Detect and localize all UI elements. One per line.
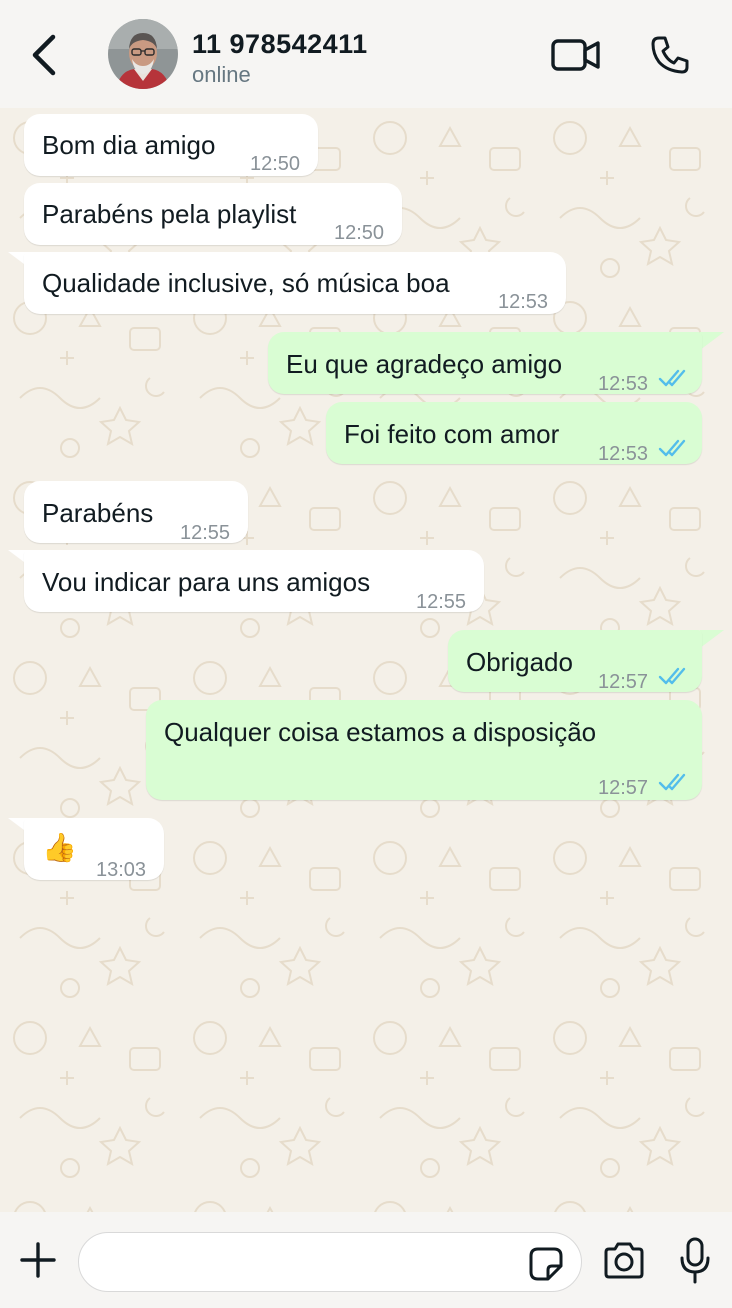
- message-time: 12:57: [598, 777, 649, 799]
- video-call-button[interactable]: [546, 30, 606, 80]
- camera-button[interactable]: [598, 1236, 650, 1286]
- contact-photo: [108, 19, 178, 89]
- phone-icon: [651, 36, 689, 74]
- message-list[interactable]: Bom dia amigo 12:50 Parabéns pela playli…: [0, 108, 732, 1212]
- message-time: 12:53: [598, 373, 649, 395]
- message-bubble-incoming[interactable]: Parabéns pela playlist 12:50: [24, 183, 402, 245]
- message-time: 12:50: [334, 222, 385, 244]
- camera-icon: [604, 1242, 644, 1279]
- avatar[interactable]: [108, 19, 178, 89]
- message-bubble-outgoing[interactable]: Qualquer coisa estamos a disposição 12:5…: [146, 700, 702, 800]
- message-time: 12:53: [598, 443, 649, 465]
- message-bubble-incoming[interactable]: Bom dia amigo 12:50: [24, 114, 318, 176]
- bubble-tail: [700, 630, 724, 648]
- message-text: Parabéns pela playlist: [42, 199, 297, 229]
- contact-name[interactable]: 11 978542411: [192, 29, 368, 60]
- message-bubble-incoming[interactable]: Qualidade inclusive, só música boa 12:53: [24, 252, 566, 314]
- message-text: Qualidade inclusive, só música boa: [42, 268, 450, 298]
- bubble-tail: [700, 332, 724, 350]
- contact-status: online: [192, 62, 251, 87]
- message-time: 12:57: [598, 671, 649, 693]
- chat-header: 11 978542411 online: [0, 0, 732, 108]
- message-text: Qualquer coisa estamos a disposição: [164, 717, 597, 747]
- message-time: 12:50: [250, 153, 301, 175]
- sticker-button[interactable]: [527, 1245, 565, 1283]
- message-text: Foi feito com amor: [344, 419, 560, 449]
- message-text: Eu que agradeço amigo: [286, 349, 563, 379]
- message-field[interactable]: [78, 1232, 582, 1292]
- message-text: Bom dia amigo: [42, 130, 216, 160]
- voice-call-button[interactable]: [642, 28, 698, 82]
- video-camera-icon: [551, 39, 600, 71]
- chevron-left-icon: [32, 34, 56, 76]
- sticker-icon: [529, 1247, 563, 1281]
- message-bubble-outgoing[interactable]: Obrigado 12:57: [448, 630, 702, 693]
- read-receipt-icon: [658, 773, 686, 791]
- attach-button[interactable]: [14, 1236, 62, 1284]
- plus-icon: [20, 1242, 56, 1278]
- message-input[interactable]: [103, 1243, 523, 1283]
- message-text: Parabéns: [42, 498, 154, 528]
- read-receipt-icon: [658, 439, 686, 457]
- message-bubble-outgoing[interactable]: Foi feito com amor 12:53: [326, 402, 702, 465]
- message-time: 12:53: [498, 291, 549, 313]
- message-bubble-incoming[interactable]: Parabéns 12:55: [24, 481, 248, 544]
- message-bubble-incoming[interactable]: Vou indicar para uns amigos 12:55: [24, 550, 484, 613]
- message-bubble-outgoing[interactable]: Eu que agradeço amigo 12:53: [268, 332, 702, 395]
- message-text: Vou indicar para uns amigos: [42, 567, 371, 597]
- microphone-icon: [680, 1237, 710, 1284]
- microphone-button[interactable]: [672, 1232, 718, 1290]
- message-time: 12:55: [180, 522, 231, 544]
- read-receipt-icon: [658, 667, 686, 685]
- thumbs-up-emoji: 👍: [42, 832, 77, 863]
- message-time: 13:03: [96, 859, 147, 881]
- composer-bar: [0, 1212, 732, 1308]
- read-receipt-icon: [658, 369, 686, 387]
- message-text: Obrigado: [466, 647, 573, 677]
- message-time: 12:55: [416, 591, 467, 613]
- back-button[interactable]: [22, 30, 66, 80]
- message-bubble-incoming[interactable]: 👍 13:03: [24, 818, 164, 881]
